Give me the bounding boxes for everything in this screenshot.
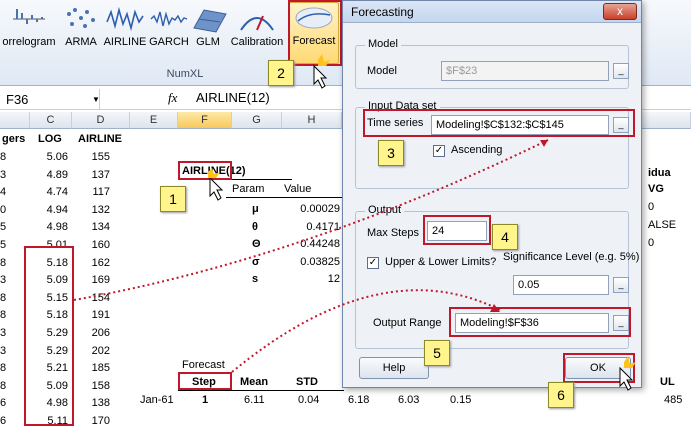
cursor-6-icon [619,366,634,391]
click-burst-icons [208,54,636,368]
cursor-1-icon [209,176,224,201]
callout-2: 2 [268,60,294,86]
callout-3: 3 [378,140,404,166]
callout-6: 6 [548,382,574,408]
arrow-head-2 [490,304,500,312]
arrow-log-to-timeseries [73,139,549,301]
callout-4: 4 [492,224,518,250]
arrow-step-to-output [231,289,501,373]
cursor-2-icon [313,64,328,89]
callout-5: 5 [424,340,450,366]
annotation-overlay [73,54,636,391]
callout-1: 1 [160,186,186,212]
arrow-head-1 [540,140,548,147]
